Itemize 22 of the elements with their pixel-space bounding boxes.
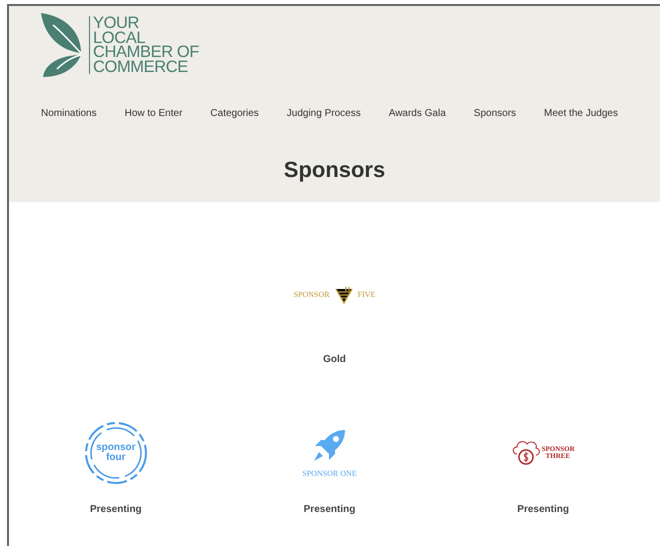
sponsor-level: Presenting bbox=[90, 504, 142, 515]
dashed-ring-icon bbox=[82, 420, 149, 486]
nav-link[interactable]: Judging Process bbox=[286, 108, 361, 119]
nav-link[interactable]: Categories bbox=[210, 108, 259, 119]
nav-link[interactable]: Awards Gala bbox=[388, 108, 446, 119]
sponsor-logo-text: sponsor bbox=[96, 443, 136, 453]
cloud-coin-icon bbox=[512, 440, 540, 466]
nav-link[interactable]: Nominations bbox=[41, 108, 97, 119]
leaf-logo-icon bbox=[39, 11, 83, 79]
sponsor-logo-text: four bbox=[106, 453, 126, 463]
chamber-logo-text: YOUR LOCAL CHAMBER OF COMMERCE bbox=[89, 16, 200, 74]
sponsor-logo-text: SPONSOR ONE bbox=[302, 470, 357, 478]
sponsor-level: Presenting bbox=[304, 504, 356, 515]
sponsor-level: Presenting bbox=[517, 504, 569, 515]
rocket-icon bbox=[311, 428, 348, 464]
sponsor-level: Gold bbox=[323, 354, 346, 365]
sponsor-logo-text: FIVE bbox=[358, 291, 376, 299]
nav-link[interactable]: How to Enter bbox=[124, 108, 182, 119]
page-title: Sponsors bbox=[282, 157, 386, 183]
nav-link[interactable]: Meet the Judges bbox=[544, 108, 618, 119]
nav-link[interactable]: Sponsors bbox=[474, 108, 516, 119]
sponsor-logo-text: SPONSOR bbox=[294, 291, 330, 299]
